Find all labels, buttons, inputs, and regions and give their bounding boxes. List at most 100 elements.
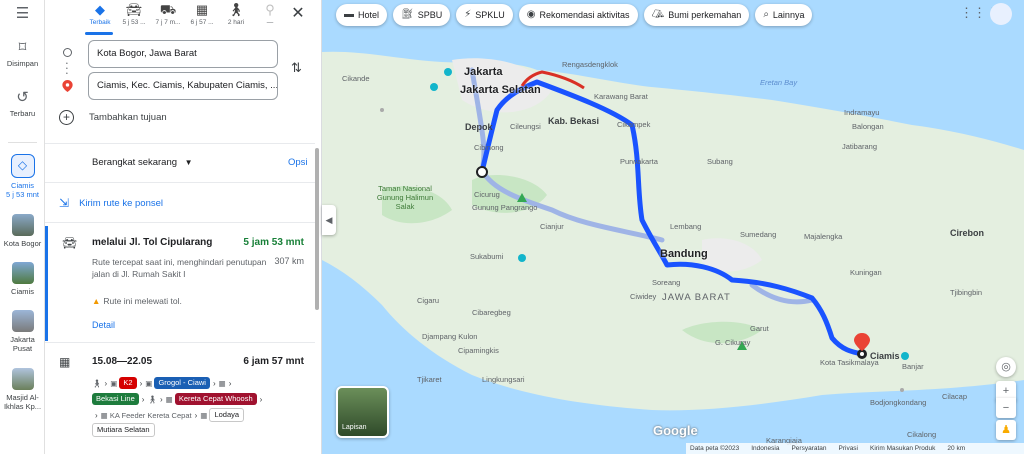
collapse-panel-button[interactable]: ◀: [322, 205, 336, 235]
send-to-phone-icon: ⇲: [59, 196, 70, 210]
route-start-marker: [476, 166, 488, 178]
layers-button[interactable]: Lapisan: [336, 386, 389, 438]
directions-icon: ◇: [10, 154, 35, 178]
map-label-gunung-pangrango: Gunung Pangrango: [472, 203, 538, 212]
map-label-majalengka: Majalengka: [804, 232, 843, 241]
feedback-link[interactable]: Kirim Masukan Produk: [870, 445, 935, 452]
chip-hotel[interactable]: ▬ Hotel: [336, 4, 388, 26]
mode-best[interactable]: ◆ Terbaik: [83, 0, 117, 34]
map-label-indramayu: Indramayu: [844, 108, 880, 117]
recent-item-masjid[interactable]: Masjid Al-Ikhlas Kp...: [0, 368, 45, 411]
mode-label: Terbaik: [89, 19, 111, 26]
chip-spbu[interactable]: ⛽︎ SPBU: [393, 4, 451, 26]
map-label-lembang: Lembang: [670, 222, 702, 231]
mode-motorcycle[interactable]: ⛟ 7 j 7 m...: [151, 0, 185, 34]
transit-steps-row-1: 🚶︎ › ▣ K2 › ▣ Grogol - Ciawi › ▦ ›: [92, 377, 234, 389]
mode-bicycle[interactable]: ⚲ —: [253, 0, 287, 34]
map-label-karawang-barat: Karawang Barat: [594, 92, 648, 101]
recent-item-ciamis[interactable]: Ciamis: [0, 262, 45, 296]
place-thumbnail: [11, 214, 34, 236]
divider: [45, 182, 315, 183]
route-distance: 307 km: [274, 256, 304, 266]
map-label-cikande: Cikande: [342, 74, 370, 83]
map-label-rengasdengklok: Rengasdengklok: [562, 60, 618, 69]
chevron-right-icon: ›: [159, 394, 163, 404]
route-option-driving[interactable]: 🚘︎ melalui Jl. Tol Cipularang 5 jam 53 m…: [45, 226, 316, 341]
menu-button[interactable]: ☰: [0, 6, 45, 25]
panel-scrollbar[interactable]: [315, 148, 319, 310]
swap-icon: ⇅: [291, 60, 302, 75]
transit-badge-k2: K2: [119, 377, 137, 389]
train-icon: ▦: [218, 378, 226, 388]
close-directions-button[interactable]: ✕: [288, 4, 308, 24]
gas-station-icon: ⛽︎: [401, 9, 414, 20]
map-label-depok: Depok: [465, 122, 493, 132]
transit-badge-grogol: Grogol - Ciawi: [154, 377, 210, 389]
mode-walk[interactable]: 🚶︎ 2 hari: [219, 0, 253, 34]
train-icon: ▦: [100, 410, 108, 420]
options-link[interactable]: Opsi: [288, 157, 308, 168]
mode-transit[interactable]: ▦ 6 j 57 ...: [185, 0, 219, 34]
street-view-pegman[interactable]: ♟: [996, 420, 1016, 440]
privacy-link[interactable]: Privasi: [839, 445, 859, 452]
ev-charger-icon: ⚡︎: [464, 9, 472, 20]
bus-icon: ▣: [110, 378, 118, 388]
transit-badge-mutiara: Mutiara Selatan: [92, 423, 155, 437]
map-label-sukabumi: Sukabumi: [470, 252, 504, 261]
scale-bar[interactable]: 20 km: [947, 445, 965, 452]
chip-label: SPKLU: [475, 10, 505, 20]
map-label-gunung-cikuray: G. Cikuray: [715, 338, 751, 347]
train-icon: ▦: [165, 394, 173, 404]
camera-icon: ◉: [526, 9, 536, 20]
recent-item-sub: 5 j 53 mnt: [6, 190, 39, 199]
transit-badge-whoosh: Kereta Cepat Whoosh: [174, 393, 257, 405]
map-label-bandung: Bandung: [660, 248, 708, 260]
divider: [45, 222, 315, 223]
chip-label: SPBU: [417, 10, 443, 20]
recent-button[interactable]: ↺ Terbaru: [0, 90, 45, 119]
depart-time-select[interactable]: Berangkat sekarang ▼: [92, 157, 193, 168]
mode-car[interactable]: 🚘︎ 5 j 53 ...: [117, 0, 151, 34]
add-destination-button[interactable]: + Tambahkan tujuan: [59, 110, 167, 125]
map-label-bekasi: Kab. Bekasi: [548, 116, 600, 126]
swap-button[interactable]: ⇅: [291, 60, 302, 76]
country-link[interactable]: Indonesia: [751, 445, 779, 452]
route-details-link[interactable]: Detail: [92, 320, 115, 330]
recent-item-ciamis-route[interactable]: ◇ Ciamis 5 j 53 mnt: [0, 154, 45, 199]
google-maps-window: ☰ ⌑ Disimpan ↺ Terbaru ◇ Ciamis 5 j 53 m…: [0, 0, 1024, 454]
chip-more[interactable]: ⌕ Lainnya: [755, 4, 813, 26]
poi-icon: [444, 68, 452, 76]
saved-button[interactable]: ⌑ Disimpan: [0, 40, 45, 69]
my-location-button[interactable]: ◎: [996, 357, 1016, 377]
chip-activities[interactable]: ◉ Rekomendasi aktivitas: [518, 4, 638, 26]
recent-item-kota-bogor[interactable]: Kota Bogor: [0, 214, 45, 248]
train-icon: ▦: [200, 410, 208, 420]
chip-camping[interactable]: ⛺︎ Bumi perkemahan: [643, 4, 750, 26]
category-chips: ▬ Hotel ⛽︎ SPBU ⚡︎ SPKLU ◉ Rekomendasi aktiv…: [336, 4, 818, 28]
motorcycle-icon: ⛟: [159, 2, 177, 17]
map-label-purwakarta: Purwakarta: [620, 157, 658, 166]
map-label-kuningan: Kuningan: [850, 268, 882, 277]
recent-item-jakarta-pusat[interactable]: Jakarta Pusat: [0, 310, 45, 353]
divider: [45, 342, 315, 343]
origin-input[interactable]: Kota Bogor, Jawa Barat: [88, 40, 278, 68]
transit-badge-lodaya: Lodaya: [209, 408, 245, 422]
route-option-transit[interactable]: ▦ 15.08—22.05 6 jam 57 mnt 🚶︎ › ▣ K2 › ▣ G…: [45, 345, 316, 445]
route-duration: 6 jam 57 mnt: [243, 356, 304, 367]
chip-spklu[interactable]: ⚡︎ SPKLU: [456, 4, 513, 26]
send-to-phone-button[interactable]: ⇲ Kirim rute ke ponsel: [59, 196, 163, 210]
route-title: melalui Jl. Tol Cipularang: [92, 237, 213, 248]
map-canvas[interactable]: Jakarta Jakarta Selatan Depok Kab. Bekas…: [322, 0, 1024, 454]
map-label-eretan-bay: Eretan Bay: [760, 78, 798, 87]
chevron-right-icon: ›: [194, 410, 198, 420]
terms-link[interactable]: Persyaratan: [791, 445, 826, 452]
place-dot: [380, 108, 384, 112]
chevron-right-icon: ›: [139, 378, 143, 388]
account-avatar[interactable]: [990, 3, 1012, 25]
zoom-out-button[interactable]: −: [996, 398, 1016, 418]
destination-input[interactable]: Ciamis, Kec. Ciamis, Kabupaten Ciamis, .…: [88, 72, 278, 100]
chevron-right-icon: ›: [228, 378, 232, 388]
chevron-right-icon: ›: [95, 410, 98, 420]
map-label-bodjongkondang: Bodjongkondang: [870, 398, 927, 407]
map-label-ciwidey: Ciwidey: [630, 292, 657, 301]
